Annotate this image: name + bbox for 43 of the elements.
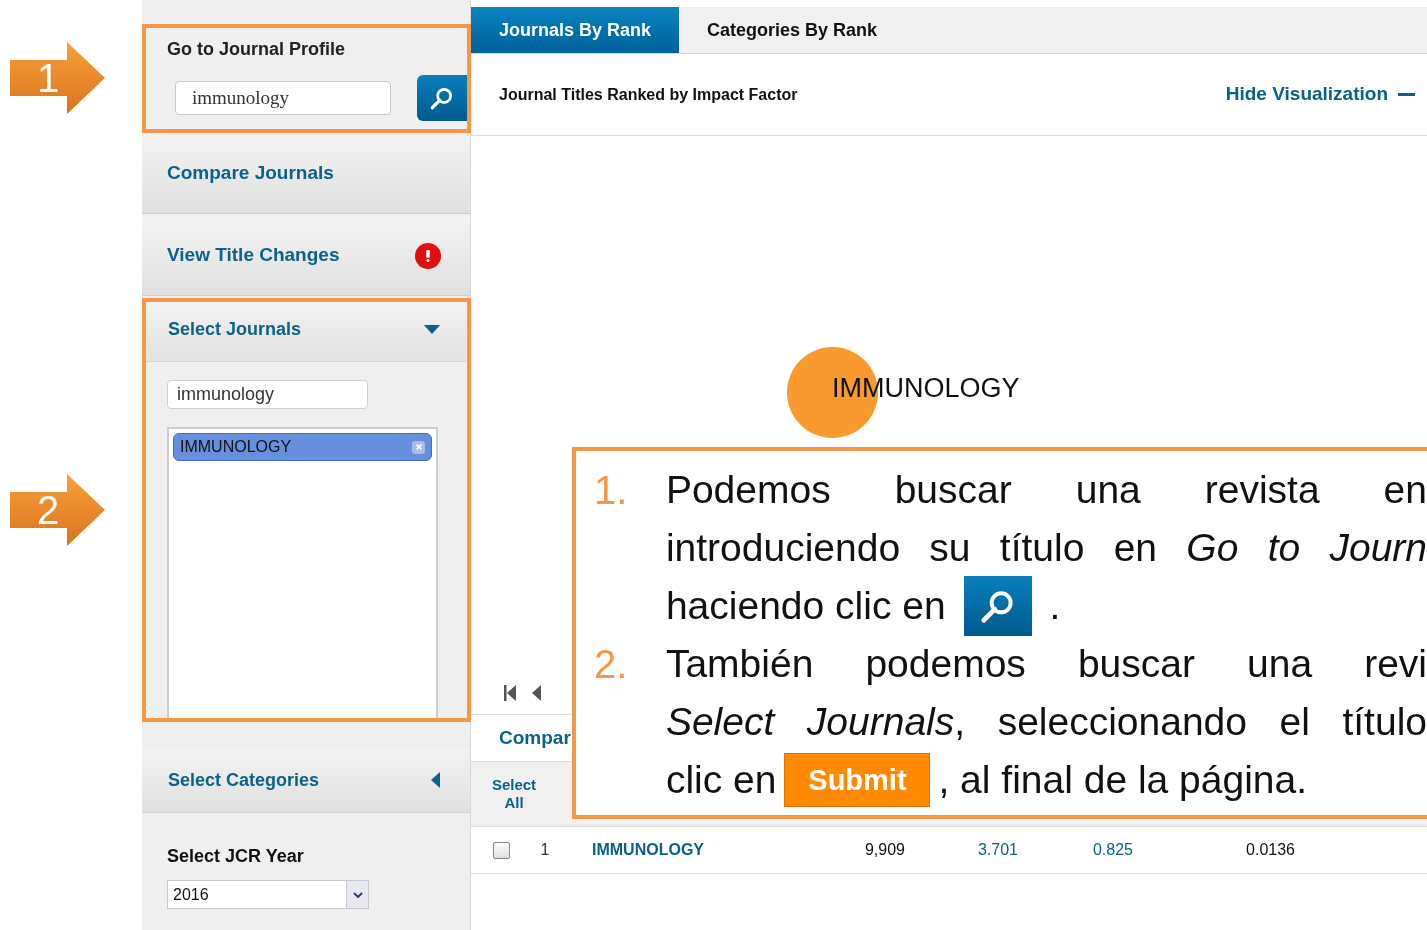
filter-field[interactable]: immunology — [167, 380, 368, 409]
callout-text: . — [1049, 583, 1061, 629]
tab[interactable]: Journals By Rank — [471, 7, 680, 53]
rank-cell-text: 1 — [539, 840, 551, 860]
first-page-icon[interactable] — [504, 685, 516, 701]
callout-text: Select Journals, seleccionando el título — [665, 699, 1427, 745]
journal-link[interactable]: IMMUNOLOGY — [580, 838, 820, 862]
callout-text: , al final de la página. — [938, 757, 1308, 803]
select-all-link[interactable]: Select All — [489, 776, 539, 812]
table-cell-text: 0.0136 — [1245, 840, 1295, 860]
arrow-marker: 2 — [10, 474, 105, 546]
field-label: Select JCR Year — [167, 845, 305, 868]
table-cell-text: 3.701 — [976, 840, 1018, 860]
callout-text: introduciendo su título en Go to Journ — [665, 525, 1427, 571]
remove-icon[interactable] — [412, 440, 425, 454]
section-title: Go to Journal Profile — [167, 38, 346, 61]
callout-text: Podemos buscar una revista en — [665, 467, 1427, 513]
sidebar-item[interactable]: View Title Changes — [142, 216, 470, 296]
callout-text: clic en — [665, 757, 777, 803]
tab[interactable]: Compar — [499, 723, 571, 753]
accordion-header[interactable]: Select Categories — [142, 748, 470, 813]
hide-visualization-link[interactable]: Hide Visualization — [1225, 80, 1415, 109]
search-icon — [429, 85, 455, 111]
previous-page-icon[interactable] — [532, 685, 541, 701]
table-cell-text: 9,909 — [863, 840, 905, 860]
table-cell-text: 0.825 — [1091, 840, 1133, 860]
search-field[interactable]: immunology — [175, 81, 391, 115]
selected-chip[interactable]: IMMUNOLOGY — [173, 433, 432, 461]
caret-down-icon[interactable] — [424, 324, 440, 335]
checkbox[interactable] — [493, 841, 510, 859]
section-title: Journal Titles Ranked by Impact Factor — [499, 84, 798, 105]
year-dropdown[interactable]: 2016 — [167, 880, 369, 909]
tab[interactable]: Categories By Rank — [679, 7, 906, 53]
chevron-down-icon — [346, 881, 368, 908]
list-number: 2. — [594, 641, 629, 688]
search-button[interactable] — [417, 75, 467, 121]
callout-text: También podemos buscar una revi — [665, 641, 1427, 687]
list-number: 1. — [594, 467, 629, 514]
minus-icon — [1398, 93, 1415, 96]
arrow-marker: 1 — [10, 42, 105, 114]
callout-text: haciendo clic en — [665, 583, 946, 629]
caret-left-icon[interactable] — [431, 772, 440, 788]
sidebar-item[interactable]: Compare Journals — [142, 134, 470, 214]
